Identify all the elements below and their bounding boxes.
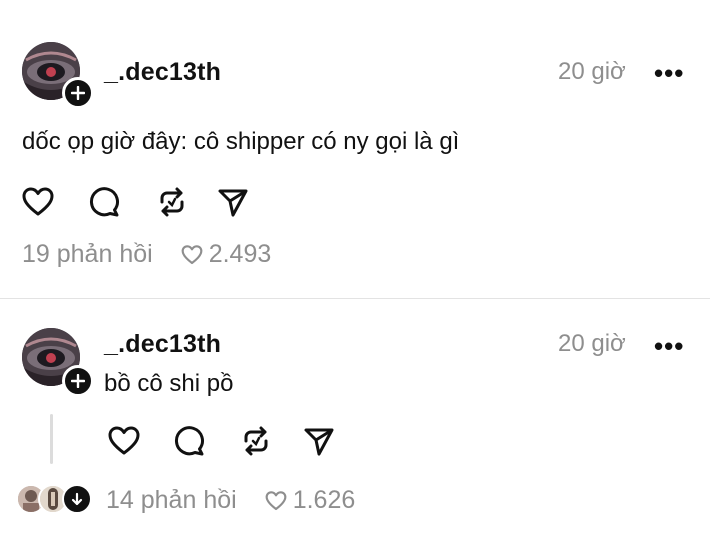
- repost-icon: [244, 426, 268, 456]
- share-button[interactable]: [216, 185, 250, 219]
- arrow-down-icon: [71, 492, 83, 506]
- follow-plus-button[interactable]: [62, 365, 94, 397]
- thread-line: [50, 414, 53, 464]
- share-icon: [218, 189, 248, 217]
- post-stats: 19 phản hồi 2.493: [22, 240, 271, 269]
- heart-icon: [265, 490, 287, 510]
- comment-button[interactable]: [88, 185, 122, 219]
- plus-icon: [71, 374, 85, 388]
- replies-count[interactable]: 19 phản hồi: [22, 240, 153, 269]
- plus-icon: [71, 86, 85, 100]
- heart-icon: [22, 187, 54, 216]
- follow-plus-button[interactable]: [62, 77, 94, 109]
- post-text: bồ cô shi pồ: [104, 370, 234, 397]
- post-time: 20 giờ: [558, 58, 626, 85]
- heart-icon: [108, 426, 140, 455]
- post-stats: 14 phản hồi 1.626: [106, 486, 355, 515]
- post-divider: [0, 298, 710, 299]
- comment-icon: [174, 426, 204, 456]
- like-button[interactable]: [107, 424, 141, 458]
- more-options-button[interactable]: •••: [654, 60, 684, 86]
- repost-icon: [160, 187, 184, 217]
- username[interactable]: _.dec13th: [104, 58, 221, 87]
- comment-icon: [89, 187, 119, 217]
- replies-count[interactable]: 14 phản hồi: [106, 486, 237, 515]
- repost-button[interactable]: [155, 185, 189, 219]
- like-button[interactable]: [21, 185, 55, 219]
- repost-button[interactable]: [239, 424, 273, 458]
- share-icon: [304, 428, 334, 456]
- post-text: dốc ọp giờ đây: cô shipper có ny gọi là …: [22, 128, 460, 155]
- reply-avatar-more: [62, 484, 92, 514]
- reply-avatars[interactable]: [16, 484, 96, 514]
- share-button[interactable]: [302, 424, 336, 458]
- heart-icon: [181, 244, 203, 264]
- username[interactable]: _.dec13th: [104, 330, 221, 359]
- comment-button[interactable]: [173, 424, 207, 458]
- likes-count[interactable]: 1.626: [293, 486, 356, 515]
- post-time: 20 giờ: [558, 330, 626, 357]
- more-options-button[interactable]: •••: [654, 333, 684, 359]
- likes-count[interactable]: 2.493: [209, 240, 272, 269]
